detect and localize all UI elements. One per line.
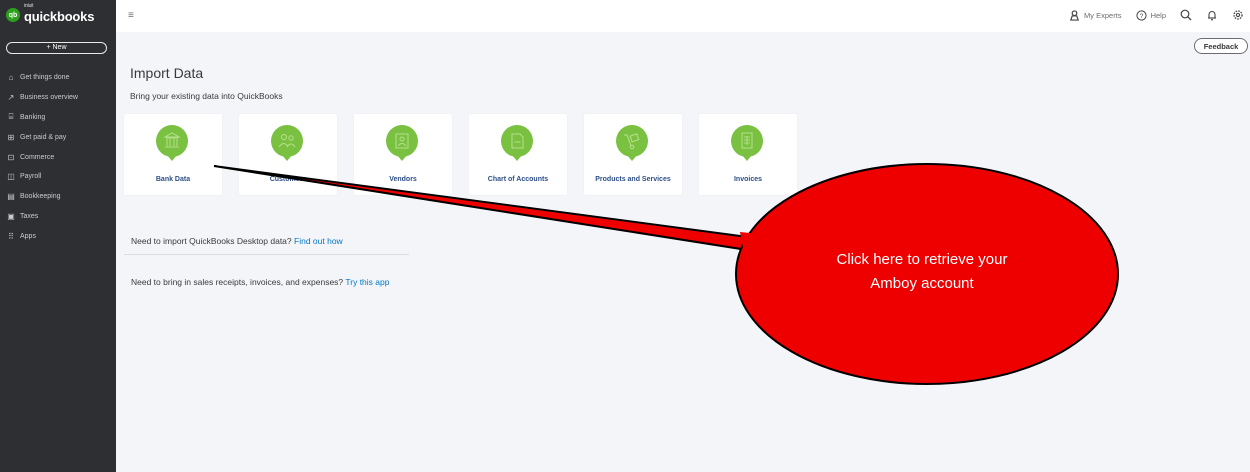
card-label: Chart of Accounts <box>487 176 549 183</box>
notification-bell-icon[interactable] <box>1206 9 1218 21</box>
settings-gear-icon[interactable] <box>1232 9 1244 21</box>
bank-icon: ⌸ <box>8 112 14 122</box>
sidebar-item-business-overview[interactable]: ↗ Business overview <box>0 88 116 108</box>
logo-intuit-text: intuit <box>24 2 34 9</box>
home-icon: ⌂ <box>8 73 14 83</box>
sidebar-item-label: Business overview <box>20 94 78 102</box>
help-label: Help <box>1150 10 1166 20</box>
import-card-vendors[interactable]: Vendors <box>354 114 452 195</box>
sidebar-item-label: Payroll <box>20 173 42 181</box>
divider <box>124 254 409 255</box>
import-cards: Bank Data Customers Vendors Chart of Acc… <box>124 114 814 195</box>
qb-logo-icon: qb <box>6 8 20 22</box>
logo-name: quickbooks <box>24 8 95 24</box>
try-this-app-link[interactable]: Try this app <box>345 277 389 287</box>
sidebar-item-apps[interactable]: ⠿ Apps <box>0 226 116 246</box>
sidebar-item-bookkeeping[interactable]: ▤ Bookkeeping <box>0 187 116 207</box>
sidebar-item-label: Commerce <box>20 153 55 161</box>
sidebar-item-commerce[interactable]: ⊡ Commerce <box>0 147 116 167</box>
sidebar-item-payroll[interactable]: ◫ Payroll <box>0 167 116 187</box>
find-out-how-link[interactable]: Find out how <box>294 236 343 246</box>
apps-grid-icon: ⠿ <box>8 231 14 241</box>
sales-import-prompt: Need to bring in sales receipts, invoice… <box>131 277 389 287</box>
quickbooks-logo[interactable]: qb intuit quickbooks <box>6 3 116 26</box>
left-sidebar: qb intuit quickbooks + New ⌂ Get things … <box>0 0 116 472</box>
payment-icon: ⊞ <box>7 132 15 142</box>
commerce-icon: ⊡ <box>7 152 15 162</box>
sidebar-item-label: Get things done <box>20 74 70 82</box>
new-button[interactable]: + New <box>6 42 107 54</box>
search-icon[interactable] <box>1180 9 1192 21</box>
sidebar-nav: ⌂ Get things done ↗ Business overview ⌸ … <box>0 68 116 246</box>
svg-text:?: ? <box>1139 12 1143 19</box>
sidebar-item-label: Get paid & pay <box>20 133 67 141</box>
bookkeeping-icon: ▤ <box>7 192 15 202</box>
import-card-bank-data[interactable]: Bank Data <box>124 114 222 195</box>
card-label: Invoices <box>733 176 762 183</box>
card-label: Customers <box>269 176 307 183</box>
callout-text: Click here to retrieve your Amboy accoun… <box>772 248 1072 296</box>
sidebar-item-label: Apps <box>20 232 36 240</box>
customers-icon <box>271 125 303 161</box>
products-icon <box>616 125 648 161</box>
my-experts-label: My Experts <box>1084 10 1122 20</box>
top-bar-actions: My Experts ? Help <box>1069 9 1250 21</box>
hamburger-menu-icon[interactable]: ≡ <box>128 10 134 21</box>
payroll-icon: ◫ <box>7 172 15 182</box>
invoices-icon <box>731 125 763 161</box>
trend-icon: ↗ <box>7 93 15 103</box>
callout-line-2: Amboy account <box>870 275 974 292</box>
sidebar-item-banking[interactable]: ⌸ Banking <box>0 108 116 128</box>
sales-import-text: Need to bring in sales receipts, invoice… <box>131 277 344 287</box>
card-label: Vendors <box>389 176 417 183</box>
experts-icon <box>1070 9 1080 21</box>
page-subtitle: Bring your existing data into QuickBooks <box>130 91 283 101</box>
my-experts-button[interactable]: My Experts <box>1069 9 1122 21</box>
import-card-invoices[interactable]: Invoices <box>699 114 797 195</box>
sidebar-item-get-paid-pay[interactable]: ⊞ Get paid & pay <box>0 127 116 147</box>
main-content: Import Data Bring your existing data int… <box>116 32 1250 472</box>
logo-wordmark: intuit quickbooks <box>24 3 95 24</box>
top-bar: ≡ My Experts ? Help <box>116 0 1250 32</box>
desktop-import-prompt: Need to import QuickBooks Desktop data? … <box>131 236 343 246</box>
import-card-customers[interactable]: Customers <box>239 114 337 195</box>
vendors-icon <box>386 125 418 161</box>
card-label: Bank Data <box>155 176 191 183</box>
sidebar-item-label: Bookkeeping <box>20 193 61 201</box>
chart-of-accounts-icon <box>501 125 533 161</box>
import-card-products-and-services[interactable]: Products and Services <box>584 114 682 195</box>
help-icon: ? <box>1135 9 1147 21</box>
sidebar-item-label: Banking <box>20 113 46 121</box>
sidebar-item-taxes[interactable]: ▣ Taxes <box>0 207 116 227</box>
help-button[interactable]: ? Help <box>1135 9 1166 21</box>
page-title: Import Data <box>130 65 204 81</box>
import-card-chart-of-accounts[interactable]: Chart of Accounts <box>469 114 567 195</box>
card-label: Products and Services <box>595 176 671 183</box>
taxes-icon: ▣ <box>7 211 15 221</box>
callout-line-1: Click here to retrieve your <box>836 251 1008 268</box>
sidebar-item-label: Taxes <box>20 212 39 220</box>
sidebar-item-get-things-done[interactable]: ⌂ Get things done <box>0 68 116 88</box>
bank-icon <box>156 125 188 161</box>
desktop-import-text: Need to import QuickBooks Desktop data? <box>131 236 292 246</box>
